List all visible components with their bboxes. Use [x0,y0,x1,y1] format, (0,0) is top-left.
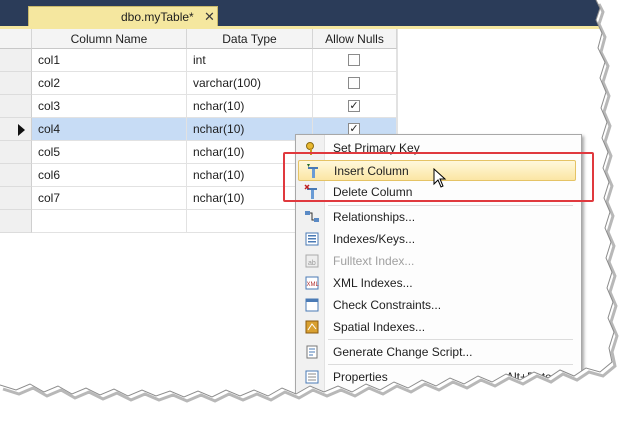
menu-item-label: Spatial Indexes... [333,320,426,334]
row-selector[interactable] [0,95,32,118]
column-name-cell[interactable]: col2 [32,72,187,95]
menu-item-fulltext-index[interactable]: ab Fulltext Index... [298,251,576,272]
header-data-type: Data Type [187,29,313,49]
close-icon[interactable]: ✕ [204,9,215,25]
column-name-cell[interactable]: col4 [32,118,187,141]
menu-item-label: Indexes/Keys... [333,232,416,246]
spatial-indexes-icon [304,319,320,335]
menu-item-relationships[interactable]: Relationships... [298,207,576,228]
table-designer: dbo.myTable* ✕ Column Name Data Type All… [0,0,641,421]
allow-nulls-cell [313,49,397,72]
row-selector[interactable] [0,210,32,233]
row-selector[interactable] [0,118,32,141]
change-script-icon [304,344,320,360]
xml-indexes-icon: XML [304,275,320,291]
data-type-cell[interactable]: varchar(100) [187,72,313,95]
menu-item-shortcut: Alt+Ente [506,370,552,384]
tab-dbo-mytable[interactable]: dbo.myTable* ✕ [28,6,218,28]
row-selector[interactable] [0,164,32,187]
header-allow-nulls: Allow Nulls [313,29,397,49]
menu-item-label: XML Indexes... [333,276,413,290]
allow-nulls-checkbox[interactable] [348,77,360,89]
allow-nulls-cell [313,72,397,95]
column-name-cell[interactable] [32,210,187,233]
menu-separator [328,339,573,340]
svg-text:ab: ab [308,260,316,267]
menu-item-xml-indexes[interactable]: XML XML Indexes... [298,273,576,294]
check-constraints-icon [304,297,320,313]
column-name-cell[interactable]: col3 [32,95,187,118]
table-row[interactable]: col2 varchar(100) [0,72,397,95]
properties-icon [304,369,320,385]
menu-item-label: Relationships... [333,210,416,224]
indexes-icon [304,231,320,247]
menu-item-indexes-keys[interactable]: Indexes/Keys... [298,229,576,250]
column-name-cell[interactable]: col6 [32,164,187,187]
menu-item-properties[interactable]: Properties Alt+Ente [298,367,576,388]
tab-title: dbo.myTable* [121,10,194,24]
document-tab-strip: dbo.myTable* ✕ [0,0,641,27]
menu-item-label: Fulltext Index... [333,254,415,268]
column-name-cell[interactable]: col7 [32,187,187,210]
menu-item-generate-change-script[interactable]: Generate Change Script... [298,342,576,363]
data-type-cell[interactable]: nchar(10) [187,95,313,118]
relationships-icon [304,209,320,225]
svg-text:XML: XML [307,282,320,288]
menu-item-check-constraints[interactable]: Check Constraints... [298,295,576,316]
row-selector[interactable] [0,72,32,95]
table-row[interactable]: col1 int [0,49,397,72]
menu-separator [328,364,573,365]
screenshot-frame: dbo.myTable* ✕ Column Name Data Type All… [0,0,641,421]
menu-item-spatial-indexes[interactable]: Spatial Indexes... [298,317,576,338]
table-row[interactable]: col3 nchar(10) ✓ [0,95,397,118]
menu-item-label: Properties [333,370,388,384]
allow-nulls-checkbox[interactable]: ✓ [348,100,360,112]
column-name-cell[interactable]: col1 [32,49,187,72]
mouse-cursor-icon [433,168,447,188]
header-column-name: Column Name [32,29,187,49]
row-selector[interactable] [0,187,32,210]
row-selector[interactable] [0,49,32,72]
row-selector-header [0,29,32,49]
allow-nulls-checkbox[interactable] [348,54,360,66]
menu-item-label: Generate Change Script... [333,345,473,359]
column-name-cell[interactable]: col5 [32,141,187,164]
fulltext-index-icon: ab [304,253,320,269]
menu-separator [328,205,573,206]
data-type-cell[interactable]: int [187,49,313,72]
menu-item-label: Check Constraints... [333,298,442,312]
allow-nulls-cell: ✓ [313,95,397,118]
current-row-arrow-icon [18,124,25,136]
row-selector[interactable] [0,141,32,164]
